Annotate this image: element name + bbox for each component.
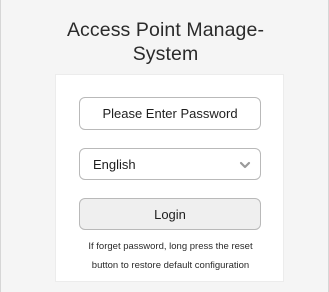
- login-page: Access Point Manage- System English Logi…: [0, 0, 329, 292]
- reset-hint-text: If forget password, long press the reset…: [62, 237, 279, 275]
- page-title-line-1: Access Point Manage-: [66, 19, 265, 41]
- reset-hint-line-1: If forget password, long press the reset: [88, 241, 253, 252]
- login-button[interactable]: Login: [79, 198, 261, 230]
- password-input[interactable]: [79, 97, 261, 130]
- page-title: Access Point Manage- System: [1, 18, 329, 66]
- reset-hint-line-2: button to restore default configuration: [91, 260, 250, 271]
- login-card: English Login If forget password, long p…: [55, 74, 284, 282]
- language-select[interactable]: English: [79, 148, 261, 180]
- page-title-line-2: System: [132, 43, 199, 65]
- chevron-down-icon: [239, 161, 251, 169]
- language-select-value: English: [93, 157, 136, 172]
